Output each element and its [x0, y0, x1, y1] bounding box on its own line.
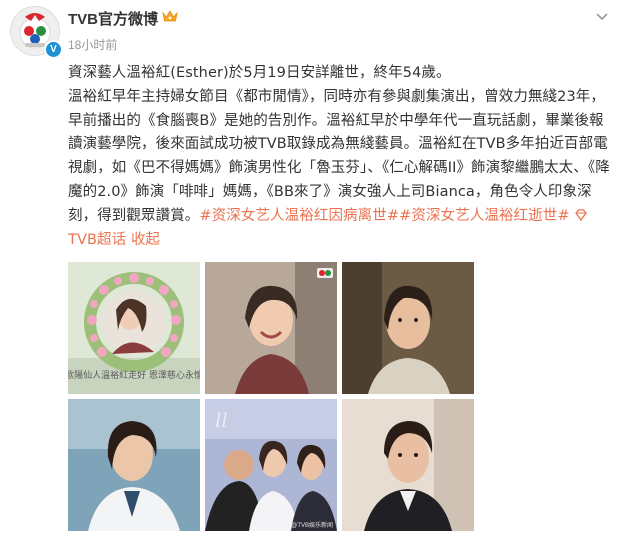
post-paragraph-2: 溫裕紅早年主持婦女節目《都市閒情》，同時亦有參與劇集演出，曾效力無綫23年，早前… [68, 86, 616, 253]
post-paragraph-2-text: 溫裕紅早年主持婦女節目《都市閒情》，同時亦有參與劇集演出，曾效力無綫23年，早前… [68, 88, 610, 224]
hashtag-link[interactable]: #资深女艺人温裕红逝世# [399, 208, 570, 224]
image-gallery: 歐陽仙人溫裕紅走好 恩澤慈心永懷 ll @TVB娱乐新闻 [68, 262, 474, 532]
username[interactable]: TVB官方微博 [68, 8, 158, 29]
collapse-link[interactable]: 收起 [131, 232, 160, 248]
post-header: V TVB官方微博 18小时前 [0, 0, 621, 60]
chevron-down-icon[interactable] [592, 6, 612, 26]
memorial-caption: 歐陽仙人溫裕紅走好 恩澤慈心永懷 [68, 369, 200, 381]
group-event-photo[interactable]: ll @TVB娱乐新闻 [205, 399, 337, 531]
office-drama-photo[interactable] [342, 399, 474, 531]
drama-still-photo[interactable] [342, 262, 474, 394]
smiling-actress-photo[interactable] [205, 262, 337, 394]
svg-text:ll: ll [215, 408, 228, 432]
hashtag-link[interactable]: #资深女艺人温裕红因病离世# [199, 208, 399, 224]
diamond-icon [575, 209, 588, 221]
verified-badge-icon: V [44, 40, 63, 59]
image-watermark: @TVB娱乐新闻 [291, 521, 333, 529]
crown-icon [162, 10, 178, 22]
post-content: 資深藝人溫裕紅(Esther)於5月19日安詳離世，終年54歲。 溫裕紅早年主持… [68, 62, 616, 252]
post-timestamp[interactable]: 18小时前 [68, 36, 117, 53]
post-paragraph-1: 資深藝人溫裕紅(Esther)於5月19日安詳離世，終年54歲。 [68, 65, 451, 81]
hospital-drama-photo[interactable] [68, 399, 200, 531]
memorial-photo[interactable]: 歐陽仙人溫裕紅走好 恩澤慈心永懷 [68, 262, 200, 394]
supertopic-label: TVB超话 [68, 231, 127, 248]
